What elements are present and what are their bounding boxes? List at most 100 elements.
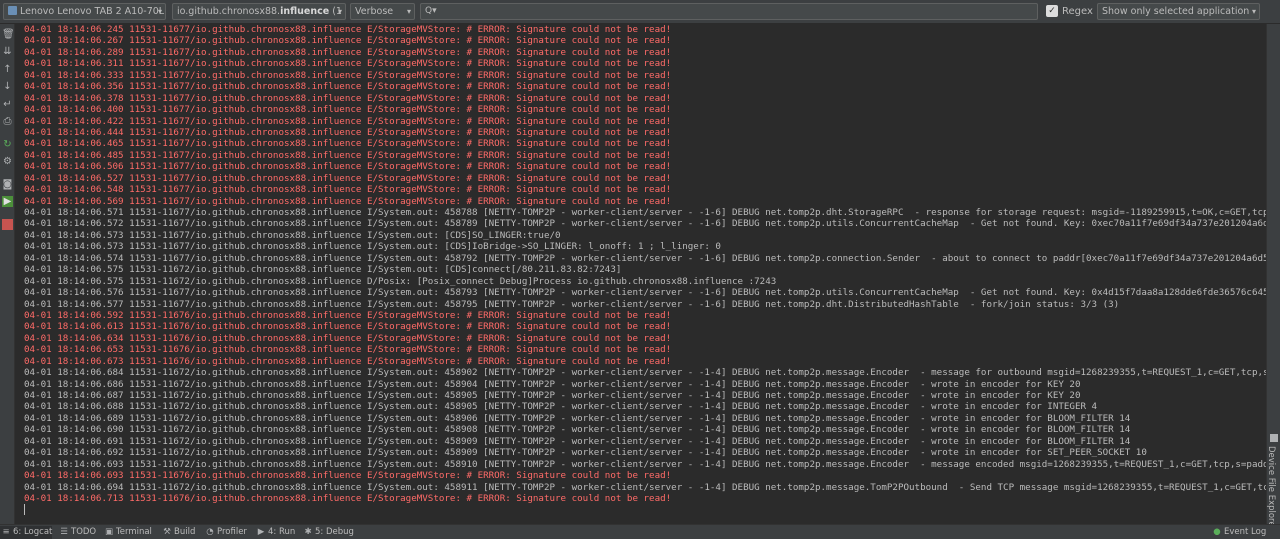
chevron-down-icon: ▾ (1251, 7, 1256, 16)
log-line-error: 04-01 18:14:06.245 11531-11677/io.github… (24, 24, 672, 35)
log-line-info: 04-01 18:14:06.572 11531-11677/io.github… (24, 218, 1266, 230)
log-line-error: 04-01 18:14:06.485 11531-11677/io.github… (24, 149, 672, 161)
log-line-error: 04-01 18:14:06.592 11531-11676/io.github… (24, 309, 672, 321)
log-line-info: 04-01 18:14:06.577 11531-11677/io.github… (24, 298, 1120, 310)
tab-debug[interactable]: ✱ 5: Debug (304, 526, 354, 539)
device-file-explorer-label: Device File Explorer (1266, 446, 1276, 531)
log-line-error: 04-01 18:14:06.356 11531-11677/io.github… (24, 81, 672, 93)
build-icon: ⚒ (163, 527, 171, 537)
tab-logcat[interactable]: ≡ 6: Logcat (0, 526, 52, 539)
search-input[interactable]: Q▾ (420, 3, 1038, 20)
log-line-info: 04-01 18:14:06.684 11531-11672/io.github… (24, 367, 1266, 379)
log-line-error: 04-01 18:14:06.378 11531-11677/io.github… (24, 92, 672, 104)
screen-record-icon[interactable]: ▶ (2, 196, 13, 207)
regex-checkbox[interactable]: ✓ (1046, 5, 1058, 17)
device-selector[interactable]: Lenovo Lenovo TAB 2 A10-70L A ▾ (3, 3, 166, 20)
log-line-info: 04-01 18:14:06.688 11531-11672/io.github… (24, 401, 1098, 413)
tab-todo[interactable]: ☰ TODO (60, 526, 96, 539)
logcat-icon: ≡ (2, 527, 10, 537)
log-line-error: 04-01 18:14:06.444 11531-11677/io.github… (24, 126, 672, 138)
device-icon (8, 6, 17, 15)
log-line-info: 04-01 18:14:06.692 11531-11672/io.github… (24, 447, 1147, 459)
tool-window-bar: ≡ 6: Logcat ☰ TODO ▣ Terminal ⚒ Build ◔ Profi… (0, 524, 1280, 539)
debug-icon: ✱ (304, 527, 312, 537)
soft-wraps-icon[interactable]: ↵ (2, 99, 13, 110)
log-line-info: 04-01 18:14:06.690 11531-11672/io.github… (24, 424, 1131, 436)
tab-terminal[interactable]: ▣ Terminal (105, 526, 152, 539)
settings-icon[interactable]: ⚙ (2, 156, 13, 167)
filter-selector[interactable]: Show only selected application ▾ (1097, 3, 1260, 20)
terminal-icon: ▣ (105, 527, 114, 537)
process-name: influence (280, 6, 330, 17)
stop-icon[interactable]: ■ (2, 219, 13, 230)
regex-label: Regex (1062, 6, 1093, 17)
log-line-error: 04-01 18:14:06.506 11531-11677/io.github… (24, 161, 672, 173)
event-log-icon: ● (1213, 527, 1221, 537)
chevron-down-icon: ▾ (157, 7, 162, 16)
todo-icon: ☰ (60, 527, 68, 537)
logcat-toolbar: Lenovo Lenovo TAB 2 A10-70L A ▾ io.githu… (0, 0, 1280, 24)
tab-event-log[interactable]: ● Event Log (1213, 526, 1266, 539)
tab-label: 4: Run (268, 527, 296, 537)
log-line-error: 04-01 18:14:06.653 11531-11676/io.github… (24, 344, 672, 356)
log-line-error: 04-01 18:14:06.613 11531-11676/io.github… (24, 321, 672, 333)
trash-icon[interactable]: 🗑 (2, 29, 15, 40)
device-file-explorer-icon (1270, 434, 1278, 442)
log-line-error: 04-01 18:14:06.713 11531-11676/io.github… (24, 492, 672, 504)
screen-capture-icon[interactable]: ◙ (2, 179, 13, 190)
logcat-output[interactable]: 04-01 18:14:06.245 11531-11677/io.github… (16, 24, 1266, 524)
log-line-info: 04-01 18:14:06.573 11531-11677/io.github… (24, 241, 721, 253)
log-line-info: 04-01 18:14:06.575 11531-11672/io.github… (24, 264, 622, 276)
log-line-info: 04-01 18:14:06.571 11531-11677/io.github… (24, 207, 1266, 218)
log-line-error: 04-01 18:14:06.465 11531-11677/io.github… (24, 138, 672, 150)
log-line-info: 04-01 18:14:06.686 11531-11672/io.github… (24, 378, 1081, 390)
log-line-info: 04-01 18:14:06.687 11531-11672/io.github… (24, 390, 1081, 401)
down-arrow-icon[interactable]: ↓ (2, 81, 13, 92)
search-icon[interactable]: Q▾ (425, 6, 437, 17)
tab-label: Build (174, 527, 196, 537)
log-line-error: 04-01 18:14:06.569 11531-11677/io.github… (24, 195, 672, 207)
log-line-error: 04-01 18:14:06.527 11531-11677/io.github… (24, 172, 672, 184)
restart-icon[interactable]: ↻ (2, 139, 13, 150)
text-cursor-line (24, 504, 1266, 516)
log-line-error: 04-01 18:14:06.634 11531-11676/io.github… (24, 332, 672, 344)
tab-build[interactable]: ⚒ Build (163, 526, 195, 539)
print-icon[interactable]: ⎙ (2, 116, 13, 127)
log-level-selector[interactable]: Verbose ▾ (350, 3, 415, 20)
scroll-to-end-icon[interactable]: ⇊ (2, 46, 13, 57)
device-selector-label: Lenovo Lenovo TAB 2 A10-70L A (20, 6, 166, 17)
chevron-down-icon: ▾ (337, 7, 342, 16)
tab-label: Terminal (116, 527, 152, 537)
tab-label: TODO (71, 527, 97, 537)
text-caret (24, 504, 25, 516)
run-icon: ▶ (257, 527, 265, 537)
log-level-label: Verbose (355, 6, 394, 17)
process-prefix: io.github.chronosx88. (177, 6, 281, 17)
log-line-info: 04-01 18:14:06.691 11531-11672/io.github… (24, 435, 1131, 447)
log-line-error: 04-01 18:14:06.333 11531-11677/io.github… (24, 69, 672, 81)
profiler-icon: ◔ (206, 527, 214, 537)
log-line-info: 04-01 18:14:06.689 11531-11672/io.github… (24, 412, 1131, 424)
log-line-info: 04-01 18:14:06.574 11531-11677/io.github… (24, 252, 1266, 264)
log-line-error: 04-01 18:14:06.422 11531-11677/io.github… (24, 115, 672, 127)
log-line-error: 04-01 18:14:06.693 11531-11676/io.github… (24, 470, 672, 482)
filter-label: Show only selected application (1102, 6, 1250, 17)
tab-run[interactable]: ▶ 4: Run (257, 526, 296, 539)
chevron-down-icon: ▾ (406, 7, 411, 16)
log-line-info: 04-01 18:14:06.694 11531-11672/io.github… (24, 481, 1266, 493)
log-line-error: 04-01 18:14:06.400 11531-11677/io.github… (24, 104, 672, 116)
log-line-error: 04-01 18:14:06.267 11531-11677/io.github… (24, 35, 672, 47)
log-line-error: 04-01 18:14:06.548 11531-11677/io.github… (24, 184, 672, 196)
tab-label: Profiler (217, 527, 247, 537)
log-line-error: 04-01 18:14:06.311 11531-11677/io.github… (24, 58, 672, 70)
tab-label: 6: Logcat (13, 527, 53, 537)
log-line-error: 04-01 18:14:06.673 11531-11676/io.github… (24, 355, 672, 367)
log-line-info: 04-01 18:14:06.693 11531-11672/io.github… (24, 458, 1266, 470)
tab-label: 5: Debug (315, 527, 354, 537)
log-line-info: 04-01 18:14:06.575 11531-11672/io.github… (24, 275, 777, 287)
up-arrow-icon[interactable]: ↑ (2, 64, 13, 75)
log-line-error: 04-01 18:14:06.289 11531-11677/io.github… (24, 46, 672, 58)
tab-profiler[interactable]: ◔ Profiler (206, 526, 247, 539)
process-selector[interactable]: io.github.chronosx88.influence (1 ▾ (172, 3, 346, 20)
tab-label: Event Log (1224, 527, 1267, 537)
